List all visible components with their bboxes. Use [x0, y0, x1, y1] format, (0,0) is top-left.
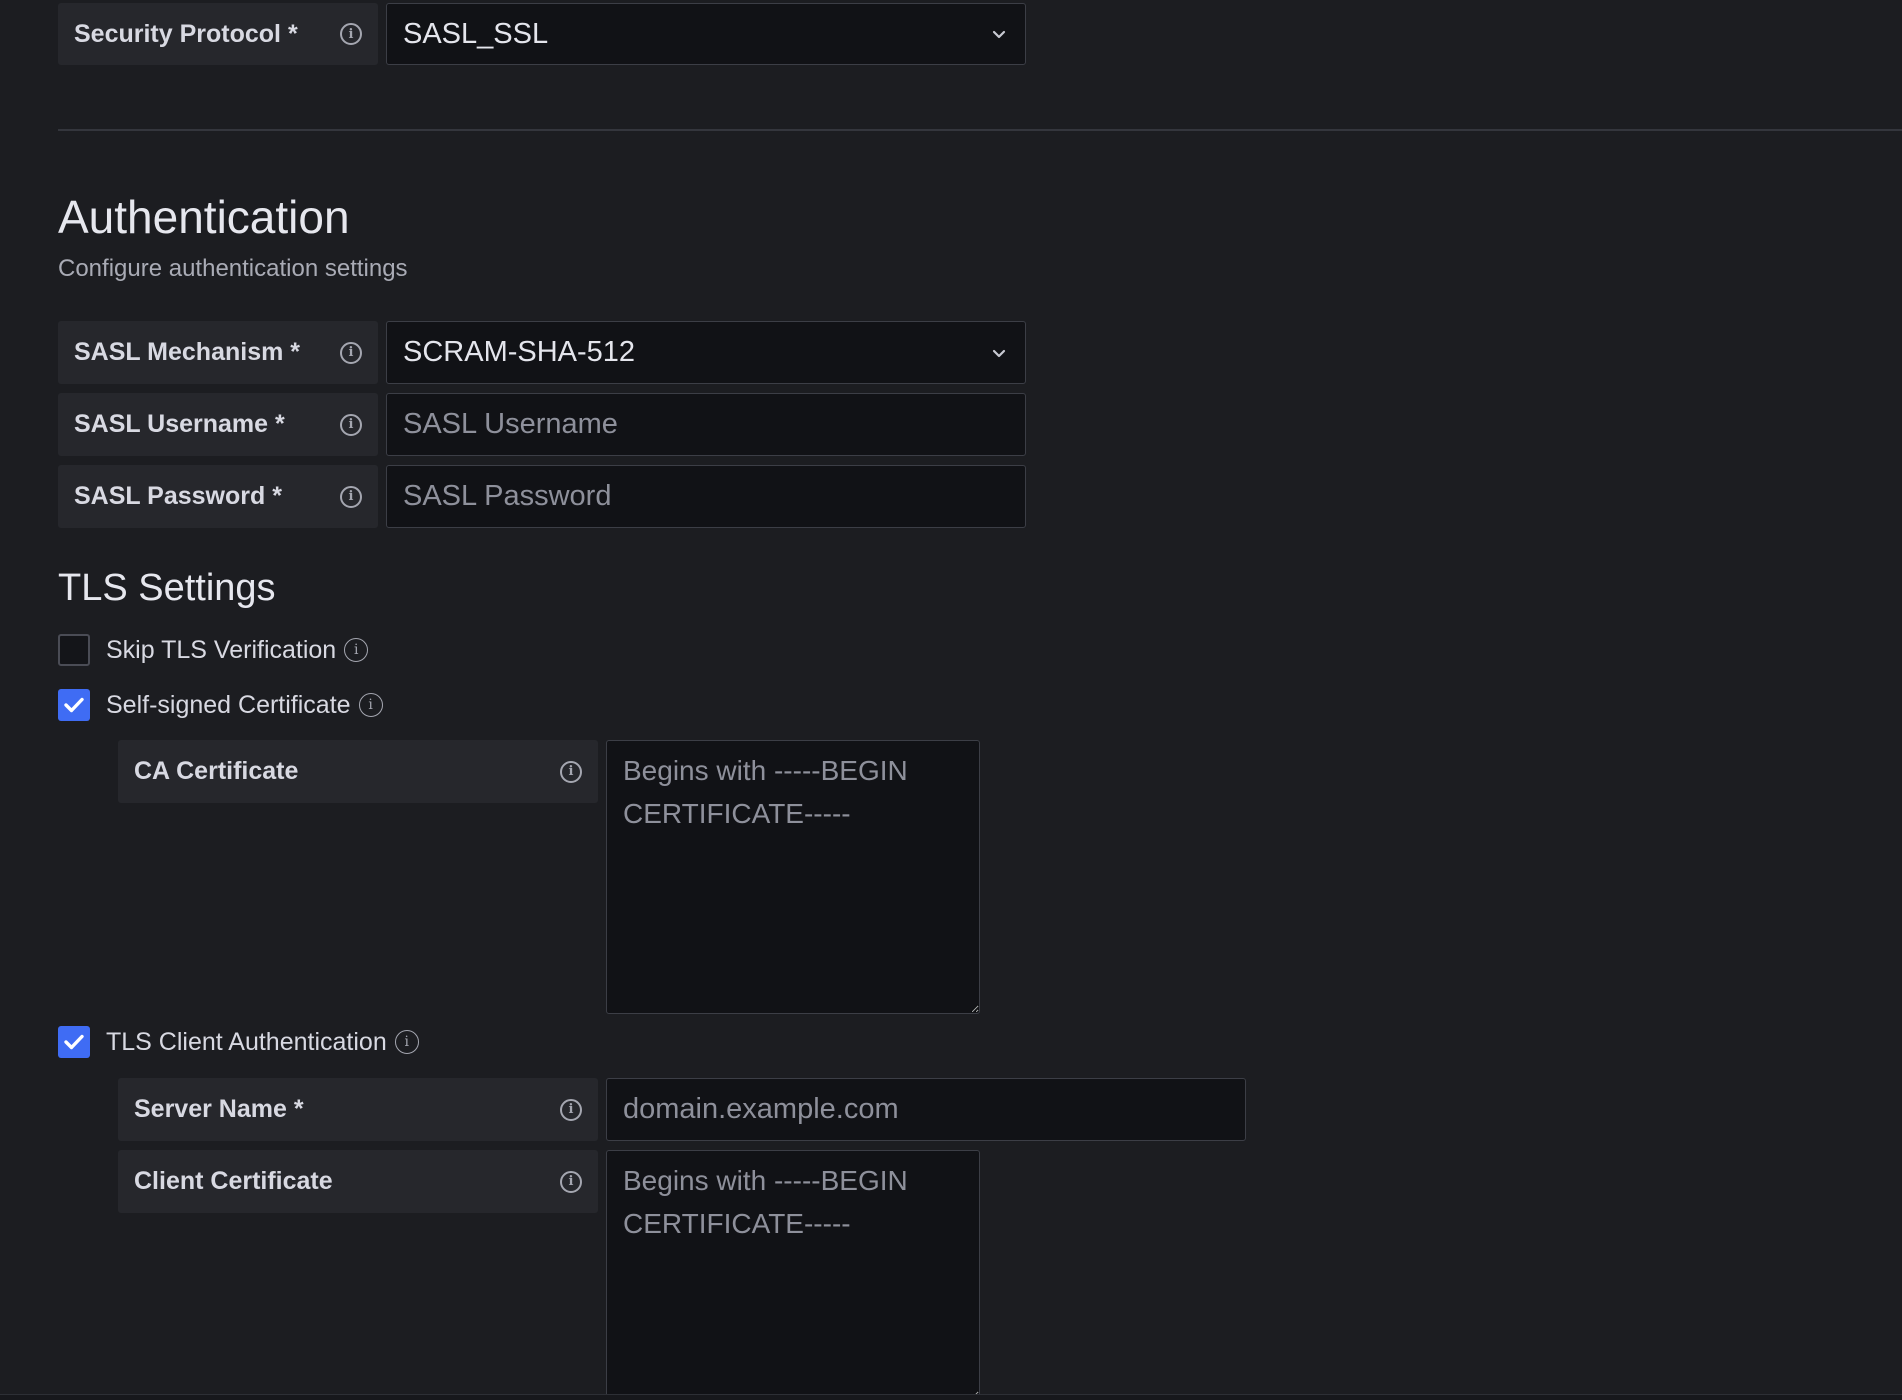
- security-protocol-select[interactable]: SASL_SSL: [386, 3, 1026, 65]
- ca-certificate-textarea[interactable]: [606, 740, 980, 1014]
- info-icon[interactable]: i: [340, 341, 362, 364]
- server-name-label-text: Server Name *: [134, 1095, 304, 1123]
- tls-settings-title: TLS Settings: [58, 567, 276, 609]
- sasl-password-label-text: SASL Password *: [74, 482, 282, 510]
- tls-client-authentication-label: TLS Client Authentication: [106, 1027, 387, 1056]
- sasl-username-label: SASL Username * i: [58, 393, 378, 456]
- sasl-mechanism-select[interactable]: SCRAM-SHA-512: [386, 321, 1026, 384]
- info-icon[interactable]: i: [340, 23, 362, 45]
- self-signed-certificate-checkbox[interactable]: [58, 689, 90, 721]
- ca-certificate-label-text: CA Certificate: [134, 757, 299, 785]
- security-protocol-label: Security Protocol * i: [58, 3, 378, 65]
- security-protocol-label-text: Security Protocol *: [74, 19, 298, 48]
- sasl-username-input[interactable]: [386, 393, 1026, 456]
- server-name-label: Server Name * i: [118, 1078, 598, 1141]
- info-icon[interactable]: i: [358, 693, 383, 717]
- tls-client-authentication-checkbox[interactable]: [58, 1026, 90, 1058]
- self-signed-certificate-row[interactable]: Self-signed Certificate i: [58, 689, 383, 721]
- skip-tls-verification-checkbox[interactable]: [58, 634, 90, 666]
- authentication-subtitle: Configure authentication settings: [58, 255, 408, 282]
- info-icon[interactable]: i: [394, 1030, 419, 1054]
- sasl-username-label-text: SASL Username *: [74, 410, 285, 438]
- sasl-password-input[interactable]: [386, 465, 1026, 528]
- authentication-title: Authentication: [58, 191, 350, 243]
- info-icon[interactable]: i: [340, 413, 362, 436]
- client-certificate-label: Client Certificate i: [118, 1150, 598, 1213]
- info-icon[interactable]: i: [340, 485, 362, 508]
- skip-tls-verification-row[interactable]: Skip TLS Verification i: [58, 634, 369, 666]
- info-icon[interactable]: i: [560, 760, 582, 783]
- client-certificate-label-text: Client Certificate: [134, 1167, 333, 1195]
- sasl-mechanism-value: SCRAM-SHA-512: [403, 336, 636, 368]
- bottom-toolbar-edge: [0, 1394, 1902, 1400]
- info-icon[interactable]: i: [344, 638, 369, 662]
- info-icon[interactable]: i: [560, 1098, 582, 1121]
- skip-tls-verification-label: Skip TLS Verification: [106, 635, 337, 664]
- server-name-input[interactable]: [606, 1078, 1246, 1141]
- sasl-password-label: SASL Password * i: [58, 465, 378, 528]
- ca-certificate-label: CA Certificate i: [118, 740, 598, 803]
- sasl-mechanism-label: SASL Mechanism * i: [58, 321, 378, 384]
- tls-client-authentication-row[interactable]: TLS Client Authentication i: [58, 1026, 419, 1058]
- check-icon: [64, 697, 84, 713]
- client-certificate-textarea[interactable]: [606, 1150, 980, 1400]
- check-icon: [64, 1034, 84, 1050]
- chevron-down-icon: [992, 349, 1006, 357]
- self-signed-certificate-label: Self-signed Certificate: [106, 690, 351, 719]
- chevron-down-icon: [992, 30, 1006, 39]
- section-divider: [58, 129, 1902, 131]
- sasl-mechanism-label-text: SASL Mechanism *: [74, 338, 301, 366]
- security-protocol-value: SASL_SSL: [403, 17, 549, 50]
- info-icon[interactable]: i: [560, 1170, 582, 1193]
